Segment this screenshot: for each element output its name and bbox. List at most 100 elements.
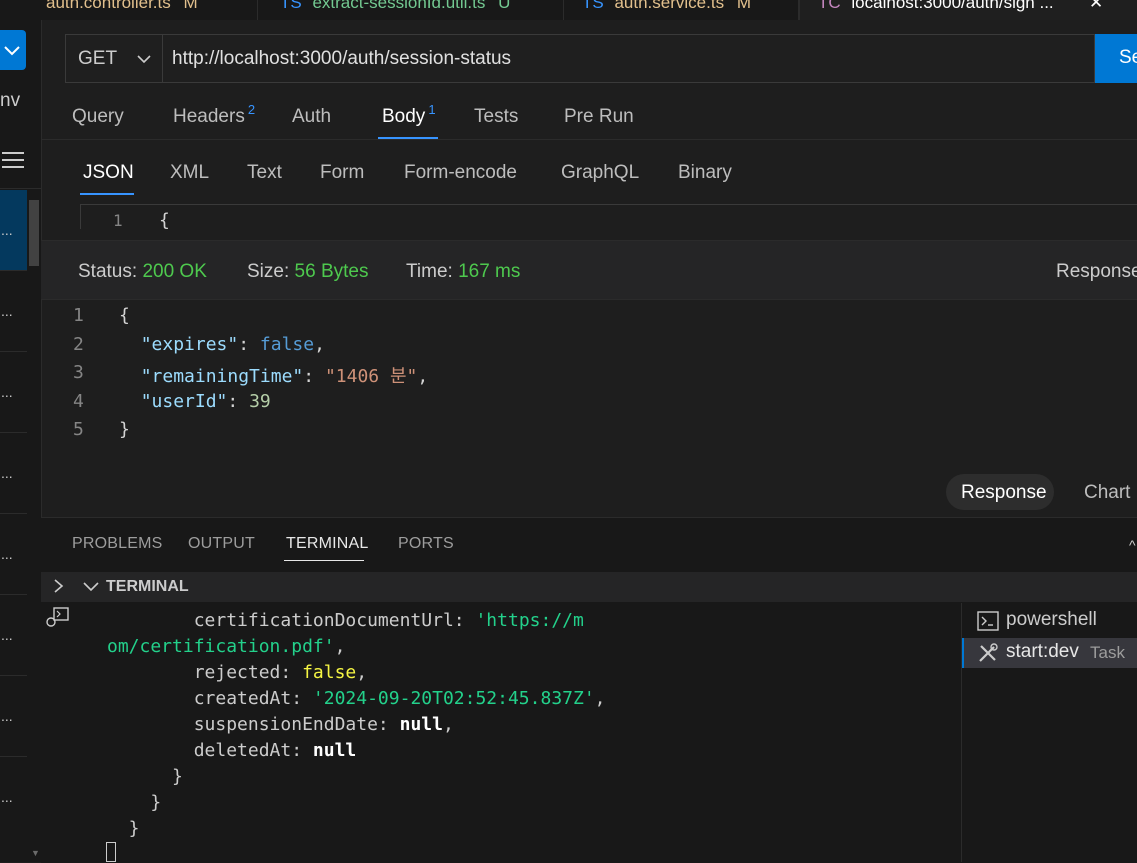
terminal-list-item-powershell[interactable]: powershell: [962, 606, 1137, 636]
dropdown-button[interactable]: [0, 30, 26, 70]
editor-tab-localhost-request[interactable]: TC localhost:3000/auth/sign ... ✕: [799, 0, 1137, 20]
token: "expires": [140, 333, 239, 355]
terminal-line: deletedAt: null: [107, 738, 606, 764]
tab-body[interactable]: Body 1: [382, 102, 436, 128]
terminal-token: }: [107, 792, 162, 813]
send-label: Se: [1119, 47, 1137, 68]
tab-query[interactable]: Query: [72, 106, 124, 128]
editor-text: {: [159, 210, 170, 229]
terminal-action-icon[interactable]: [45, 606, 71, 633]
response-menu[interactable]: Response: [1056, 261, 1137, 283]
line-number: 2: [73, 333, 84, 355]
chevron-down-icon[interactable]: [82, 580, 100, 594]
chevron-right-icon[interactable]: [52, 578, 66, 594]
tab-status: M: [183, 0, 198, 12]
list-item[interactable]: ...: [0, 271, 27, 352]
tab-pre-run[interactable]: Pre Run: [564, 106, 634, 128]
terminal-token: certificationDocumentUrl:: [107, 610, 476, 631]
tab-status: M: [736, 0, 751, 12]
tab-text[interactable]: Text: [247, 162, 282, 184]
tab-label: extract-sessionId.util.ts: [312, 0, 486, 12]
response-line: 2 "expires": false,: [41, 334, 941, 360]
tab-ports[interactable]: PORTS: [398, 535, 454, 553]
editor-tab-auth-controller[interactable]: auth.controller.ts M: [0, 0, 258, 20]
tab-xml[interactable]: XML: [170, 162, 209, 184]
list-item[interactable]: ...: [0, 514, 27, 595]
list-item[interactable]: ...: [0, 433, 27, 514]
terminal-line: rejected: false,: [107, 660, 606, 686]
list-item[interactable]: ...: [0, 676, 27, 757]
terminal-token: }: [107, 818, 140, 839]
status-value: 200 OK: [142, 261, 207, 282]
token: "userId": [140, 390, 228, 412]
count-badge: 2: [247, 102, 256, 117]
tab-output[interactable]: OUTPUT: [188, 535, 255, 553]
terminal-token: null: [399, 714, 443, 735]
response-viewer[interactable]: 1{2 "expires": false, 3 "remainingTime": …: [41, 300, 1137, 490]
terminal-output[interactable]: certificationDocumentUrl: 'https://m om/c…: [75, 603, 941, 862]
tab-terminal[interactable]: TERMINAL: [286, 535, 369, 553]
line-number: 1: [73, 305, 84, 326]
thunder-icon: TC: [818, 0, 841, 12]
tab-form[interactable]: Form: [320, 162, 364, 184]
terminal-list-item-start-dev[interactable]: start:dev Task: [962, 638, 1137, 668]
response-line: 5}: [41, 419, 941, 445]
terminal-token: suspensionEndDate:: [107, 714, 400, 735]
terminal-scrollbar[interactable]: [941, 603, 962, 862]
line-code: "userId": 39: [119, 391, 271, 412]
url-bar: GET http://localhost:3000/auth/session-s…: [65, 34, 1095, 83]
line-code: "remainingTime": "1406 분",: [119, 362, 429, 388]
tab-headers[interactable]: Headers 2: [173, 102, 255, 128]
close-icon[interactable]: ✕: [1089, 0, 1103, 11]
terminal-line: }: [107, 790, 606, 816]
token: false: [259, 333, 315, 355]
list-item[interactable]: ...: [0, 595, 27, 676]
token: "remainingTime": [140, 366, 304, 387]
chevron-down-icon[interactable]: [136, 52, 152, 66]
terminal-line: }: [107, 764, 606, 790]
send-button[interactable]: Se: [1095, 34, 1137, 83]
response-view-button[interactable]: Response: [946, 474, 1054, 510]
token: 39: [249, 390, 271, 412]
body-editor[interactable]: 1 {: [80, 204, 1137, 229]
tab-graphql[interactable]: GraphQL: [561, 162, 639, 184]
editor-tab-strip: auth.controller.ts M TS extract-sessionI…: [0, 0, 1137, 20]
sidebar: nv ... ... ... ... ... ... ... ... ▼: [0, 20, 42, 862]
tab-form-encode[interactable]: Form-encode: [404, 162, 517, 184]
tab-binary[interactable]: Binary: [678, 162, 732, 184]
terminal-line: createdAt: '2024-09-20T02:52:45.837Z',: [107, 686, 606, 712]
tab-auth[interactable]: Auth: [292, 106, 331, 128]
chart-view-button[interactable]: Chart: [1084, 482, 1130, 504]
method-select[interactable]: GET: [78, 48, 117, 70]
divider: [0, 188, 41, 189]
editor-tab-extract-sessionid[interactable]: TS extract-sessionId.util.ts U: [258, 0, 564, 20]
response-time: Time: 167 ms: [406, 261, 521, 282]
list-item[interactable]: ...: [0, 352, 27, 433]
scroll-down-icon[interactable]: ▼: [31, 848, 40, 858]
editor-tab-auth-service[interactable]: TS auth.service.ts M: [564, 0, 799, 20]
tab-problems[interactable]: PROBLEMS: [72, 535, 163, 553]
terminal-token: ,: [442, 714, 454, 735]
token: {: [119, 305, 130, 326]
token: ,: [417, 366, 429, 387]
terminal-line: suspensionEndDate: null,: [107, 712, 606, 738]
terminal-gutter: [41, 603, 75, 862]
list-item[interactable]: ...: [0, 190, 27, 271]
chevron-up-icon[interactable]: ^: [1129, 537, 1136, 553]
active-tab-underline: [80, 193, 134, 195]
terminal-icon: [977, 611, 999, 631]
tab-tests[interactable]: Tests: [474, 106, 518, 128]
token: "1406 분": [324, 366, 418, 387]
tab-json[interactable]: JSON: [83, 162, 134, 184]
line-code: }: [119, 419, 130, 440]
line-number: 4: [73, 390, 84, 412]
scrollbar-thumb[interactable]: [29, 200, 39, 266]
url-input[interactable]: http://localhost:3000/auth/session-statu…: [172, 48, 511, 70]
tab-label: auth.controller.ts: [46, 0, 171, 12]
menu-icon[interactable]: [2, 150, 24, 175]
tools-icon: [979, 643, 998, 662]
terminal-token: ': [323, 636, 335, 657]
list-item[interactable]: ...: [0, 757, 27, 837]
